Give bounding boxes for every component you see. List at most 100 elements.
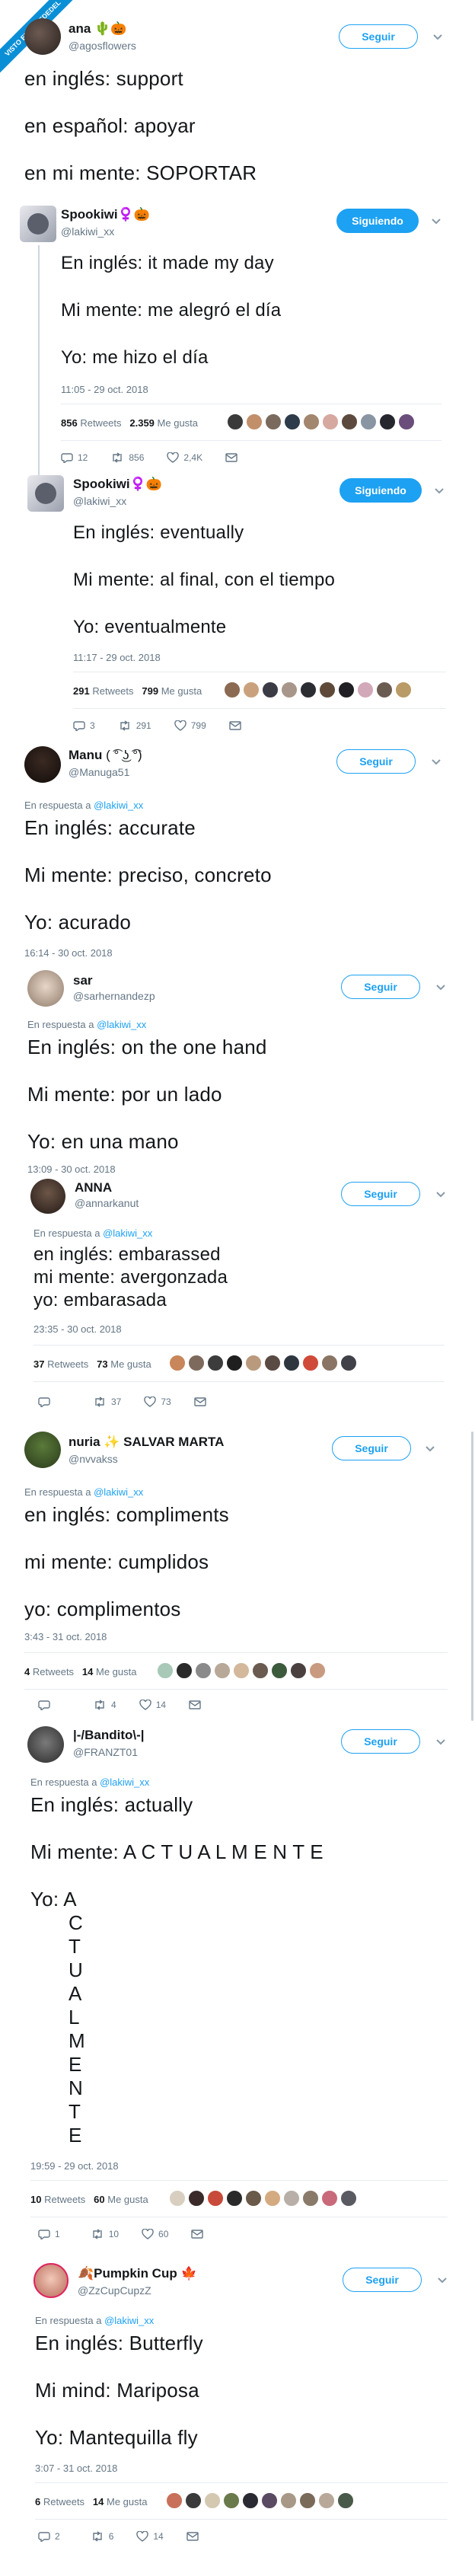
message-button[interactable] [225, 453, 242, 462]
timestamp[interactable]: 11:05 - 29 oct. 2018 [61, 384, 148, 395]
like-button[interactable]: 14 [139, 1700, 166, 1710]
retweet-button[interactable]: 291 [118, 720, 151, 731]
like-button[interactable]: 60 [142, 2229, 168, 2239]
display-name[interactable]: ana 🌵🎃 [69, 21, 126, 37]
timestamp[interactable]: 11:17 - 29 oct. 2018 [73, 652, 161, 663]
tweet-actions: 1 10 60 [38, 2229, 231, 2239]
display-name[interactable]: sar [73, 973, 93, 988]
follow-button[interactable]: Seguir [343, 2268, 422, 2292]
reply-button[interactable] [38, 1700, 55, 1710]
likers-avatars[interactable] [166, 2492, 356, 2509]
avatar[interactable] [27, 970, 64, 1007]
message-button[interactable] [229, 721, 246, 730]
chevron-down-icon[interactable] [435, 1191, 446, 1199]
message-button[interactable] [189, 1700, 206, 1709]
retweet-button[interactable]: 856 [110, 452, 144, 463]
like-button[interactable]: 799 [174, 720, 206, 731]
timestamp[interactable]: 3:07 - 31 oct. 2018 [35, 2463, 117, 2474]
likers-avatars[interactable] [157, 1662, 328, 1679]
display-name[interactable]: Spookiwi♀️🎃 [73, 477, 162, 492]
follow-button[interactable]: Seguir [339, 24, 418, 49]
like-button[interactable]: 2,4K [167, 452, 202, 463]
message-button[interactable] [186, 2532, 203, 2541]
avatar[interactable] [24, 18, 61, 55]
timestamp[interactable]: 19:59 - 29 oct. 2018 [30, 2160, 119, 2172]
reply-to-link[interactable]: @lakiwi_xx [103, 1227, 152, 1239]
display-name[interactable]: Spookiwi♀️🎃 [61, 207, 150, 222]
reply-to-link[interactable]: @lakiwi_xx [94, 800, 143, 811]
divider [24, 1689, 448, 1690]
display-name[interactable]: Manu ( ͡° ͜ʖ ͡°) [69, 748, 142, 763]
display-name[interactable]: 🍂Pumpkin Cup 🍁 [78, 2266, 197, 2281]
following-button[interactable]: Siguiendo [340, 478, 422, 503]
tweet-stats[interactable]: 10 Retweets 60 Me gusta [30, 2194, 148, 2205]
likers-avatars[interactable] [169, 1355, 359, 1371]
chevron-down-icon[interactable] [435, 1738, 446, 1746]
reply-button[interactable]: 3 [73, 720, 95, 731]
timestamp[interactable]: 3:43 - 31 oct. 2018 [24, 1631, 107, 1642]
timestamp[interactable]: 23:35 - 30 oct. 2018 [33, 1323, 122, 1335]
chevron-down-icon[interactable] [425, 1445, 435, 1453]
user-handle[interactable]: @nvvakss [69, 1453, 118, 1465]
reply-button[interactable]: 2 [38, 2531, 60, 2542]
tweet-stats[interactable]: 37 Retweets 73 Me gusta [33, 1358, 151, 1370]
chevron-down-icon[interactable] [434, 487, 445, 495]
likers-avatars[interactable] [224, 682, 414, 698]
retweet-button[interactable]: 4 [93, 1700, 116, 1710]
like-button[interactable]: 14 [136, 2531, 164, 2542]
reply-button[interactable]: 12 [61, 452, 88, 463]
avatar[interactable] [33, 2263, 69, 2298]
avatar[interactable] [30, 1179, 65, 1214]
following-button[interactable]: Siguiendo [336, 209, 419, 233]
retweet-button[interactable]: 6 [91, 2531, 113, 2542]
avatar[interactable] [20, 206, 56, 242]
chevron-down-icon[interactable] [437, 2277, 448, 2284]
follow-button[interactable]: Seguir [341, 975, 420, 999]
follow-button[interactable]: Seguir [341, 1182, 420, 1206]
likers-avatars[interactable] [169, 2190, 359, 2207]
message-button[interactable] [194, 1397, 211, 1406]
follow-button[interactable]: Seguir [341, 1729, 420, 1754]
user-handle[interactable]: @agosflowers [69, 40, 136, 52]
reply-button[interactable] [38, 1397, 55, 1407]
reply-icon [38, 2532, 50, 2542]
avatar[interactable] [27, 475, 64, 512]
user-handle[interactable]: @annarkanut [75, 1197, 139, 1209]
user-handle[interactable]: @lakiwi_xx [73, 495, 126, 507]
reply-to-link[interactable]: @lakiwi_xx [94, 1486, 143, 1498]
tweet-stats[interactable]: 4 Retweets 14 Me gusta [24, 1666, 136, 1677]
retweet-button[interactable]: 10 [91, 2229, 119, 2239]
scrollbar[interactable] [471, 1432, 473, 1721]
chevron-down-icon[interactable] [431, 758, 442, 766]
message-button[interactable] [191, 2230, 208, 2239]
user-handle[interactable]: @FRANZT01 [73, 1746, 138, 1758]
tweet-stats[interactable]: 856 Retweets 2.359 Me gusta [61, 417, 198, 429]
reply-to-link[interactable]: @lakiwi_xx [100, 1776, 149, 1788]
chevron-down-icon[interactable] [432, 34, 443, 41]
user-handle[interactable]: @ZzCupCupzZ [78, 2284, 151, 2297]
heart-icon [174, 720, 186, 731]
follow-button[interactable]: Seguir [336, 749, 416, 774]
reply-button[interactable]: 1 [38, 2229, 60, 2239]
reply-to-link[interactable]: @lakiwi_xx [97, 1019, 146, 1030]
likers-avatars[interactable] [227, 413, 417, 430]
like-button[interactable]: 73 [144, 1397, 171, 1407]
avatar[interactable] [24, 1432, 61, 1468]
display-name[interactable]: ANNA [75, 1180, 112, 1195]
user-handle[interactable]: @lakiwi_xx [61, 225, 114, 238]
user-handle[interactable]: @Manuga51 [69, 766, 129, 778]
avatar[interactable] [24, 746, 61, 783]
timestamp[interactable]: 16:14 - 30 oct. 2018 [24, 947, 113, 959]
display-name[interactable]: nuria ✨ SALVAR MARTA [69, 1435, 224, 1450]
user-handle[interactable]: @sarhernandezp [73, 990, 155, 1002]
follow-button[interactable]: Seguir [332, 1436, 411, 1460]
avatar[interactable] [27, 1726, 64, 1763]
in-reply-to: En respuesta a @lakiwi_xx [30, 1776, 150, 1788]
chevron-down-icon[interactable] [435, 984, 446, 991]
retweet-button[interactable]: 37 [93, 1397, 121, 1407]
chevron-down-icon[interactable] [431, 218, 442, 225]
tweet-stats[interactable]: 291 Retweets 799 Me gusta [73, 685, 202, 697]
display-name[interactable]: |-/Bandito\-| [73, 1728, 145, 1743]
tweet-stats[interactable]: 6 Retweets 14 Me gusta [35, 2496, 147, 2507]
reply-to-link[interactable]: @lakiwi_xx [104, 2315, 154, 2326]
